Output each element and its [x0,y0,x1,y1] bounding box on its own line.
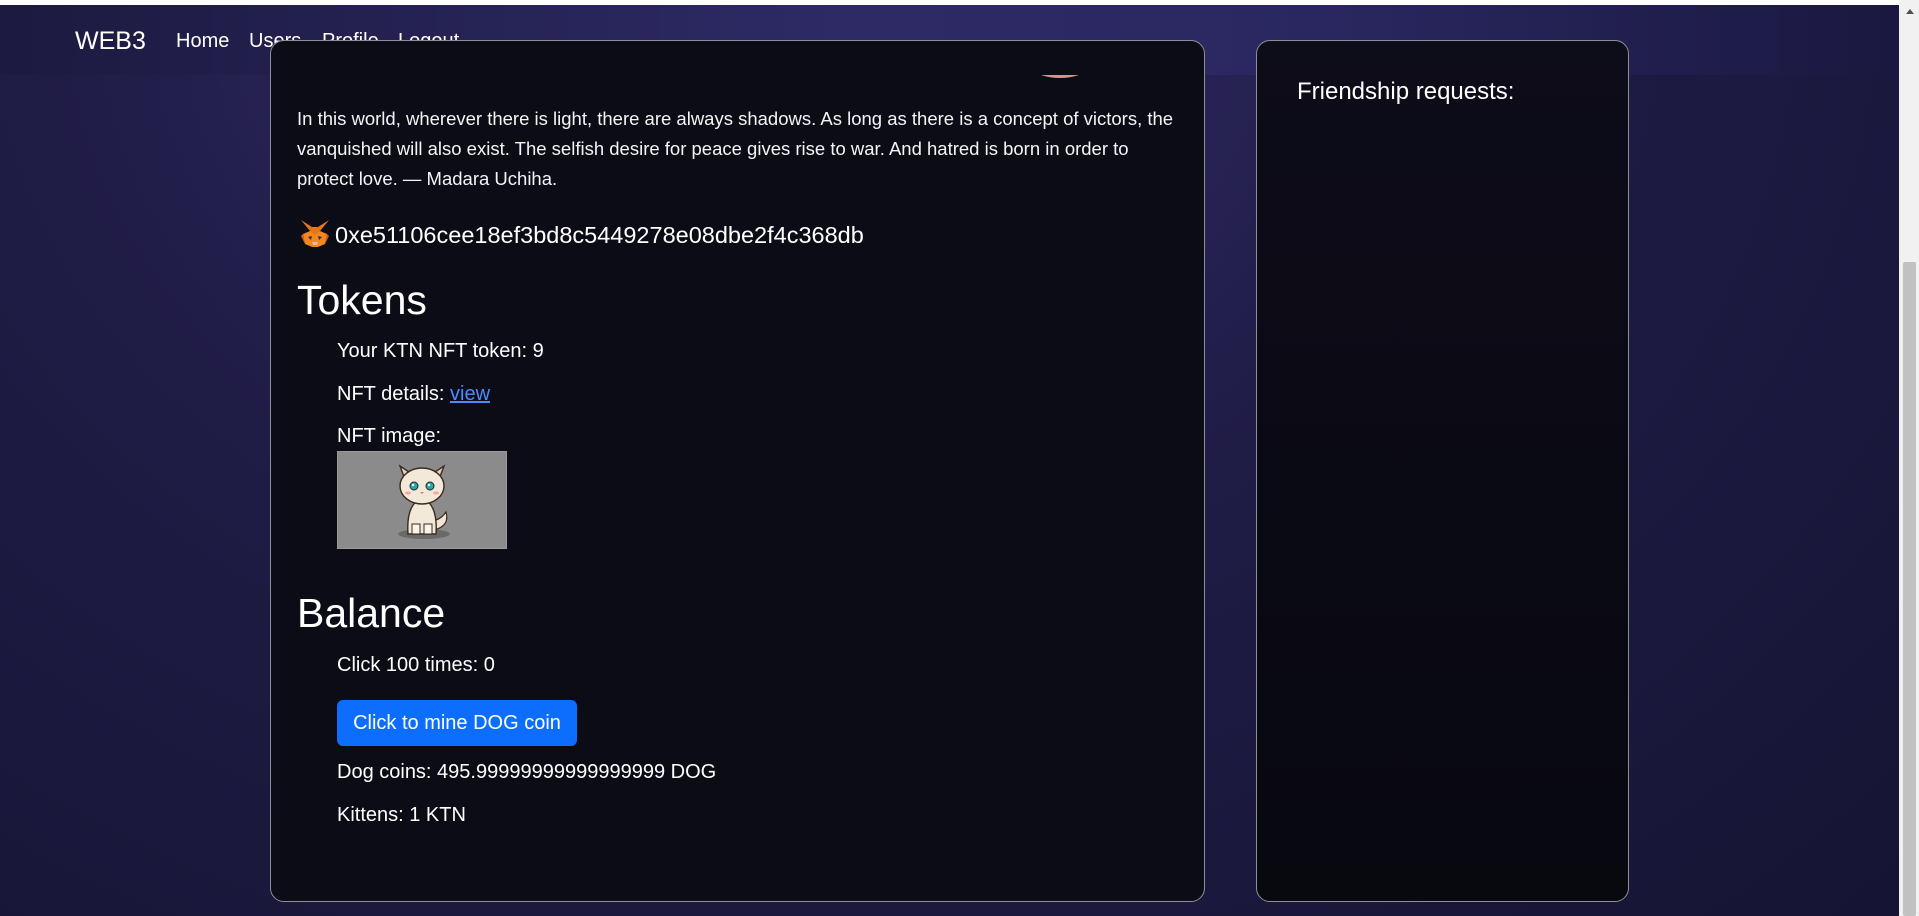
friendship-requests-card [1256,40,1629,902]
nft-image-label: NFT image: [337,425,442,447]
dog-coins-line: Dog coins: 495.99999999999999999 DOG [337,761,717,783]
nav-link-home[interactable]: Home [176,30,229,53]
brand-logo[interactable]: WEB3 [75,27,146,56]
nft-details-row: NFT details: view [337,383,490,406]
click-count-line: Click 100 times: 0 [337,654,495,676]
nft-details-link[interactable]: view [450,383,490,405]
mine-dog-coin-button[interactable]: Click to mine DOG coin [337,700,577,746]
friendship-requests-title: Friendship requests: [1297,78,1515,105]
nft-token-line: Your KTN NFT token: 9 [337,340,544,362]
scroll-up-arrow-icon[interactable] [1906,9,1914,14]
metamask-fox-icon [299,218,331,253]
nft-details-label: NFT details: [337,383,450,405]
balance-heading: Balance [297,590,446,636]
tokens-heading: Tokens [297,277,427,323]
kitten-illustration [398,464,450,539]
scrollbar-thumb[interactable] [1903,262,1916,916]
wallet-address-row: 0xe51106cee18ef3bd8c5449278e08dbe2f4c368… [299,218,864,252]
wallet-address: 0xe51106cee18ef3bd8c5449278e08dbe2f4c368… [335,221,864,248]
kittens-line: Kittens: 1 KTN [337,804,466,826]
nft-kitten-image [337,451,507,549]
profile-quote: In this world, wherever there is light, … [297,108,1174,189]
